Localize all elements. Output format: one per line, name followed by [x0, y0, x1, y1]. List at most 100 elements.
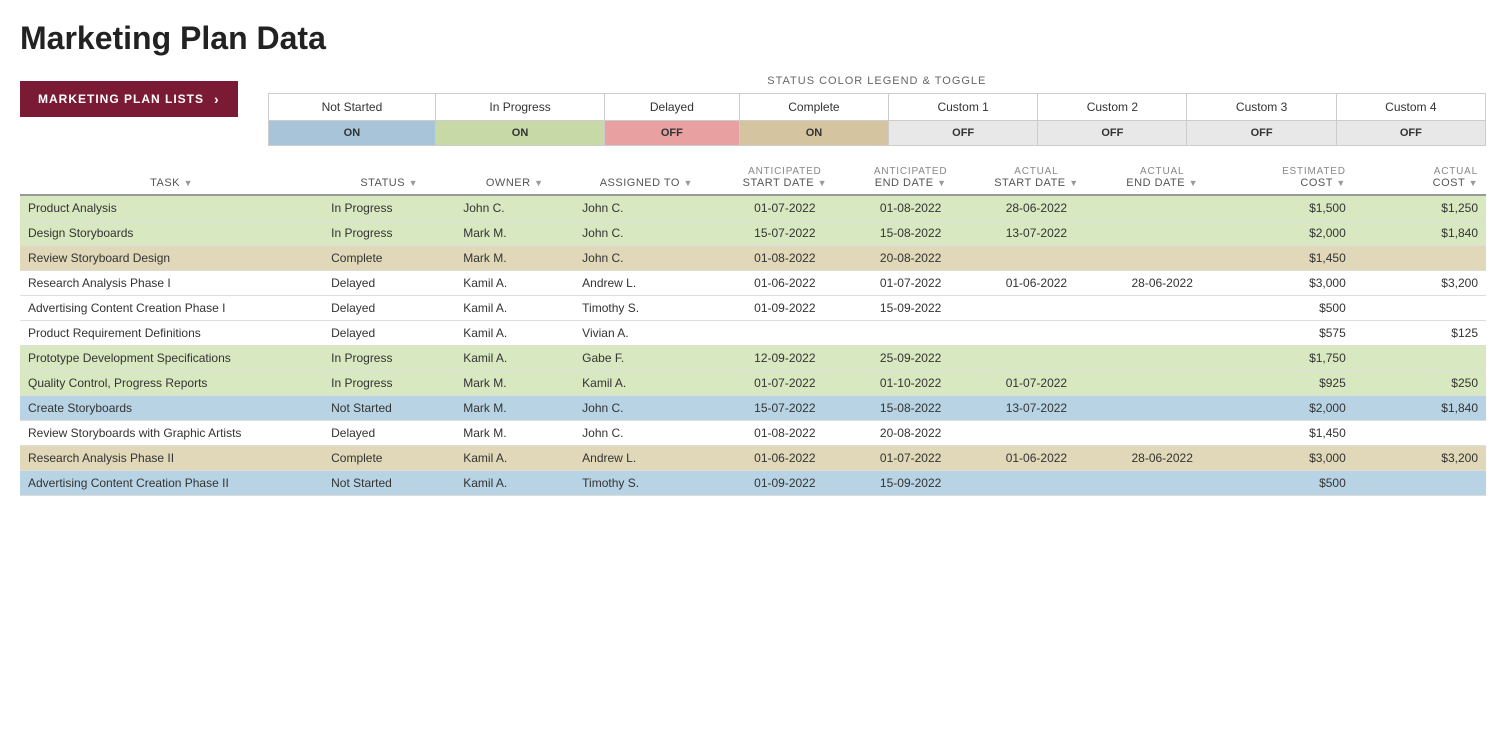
cell-act-end [1103, 421, 1222, 446]
table-row: Create StoryboardsNot StartedMark M.John… [20, 396, 1486, 421]
cell-status: Complete [323, 246, 455, 271]
col-header-assigned[interactable]: ASSIGNED TO ▼ [574, 160, 718, 195]
cell-ant-start: 01-07-2022 [719, 371, 852, 396]
cell-ant-end: 01-07-2022 [851, 446, 970, 471]
cell-assigned: Gabe F. [574, 346, 718, 371]
toggle-complete[interactable]: ON [739, 121, 888, 146]
col-header-act-cost[interactable]: ACTUALCOST ▼ [1354, 160, 1486, 195]
cell-act-start [970, 296, 1103, 321]
toggle-delayed[interactable]: OFF [604, 121, 739, 146]
cell-status: In Progress [323, 221, 455, 246]
toggle-not-started[interactable]: ON [268, 121, 435, 146]
col-header-ant-end[interactable]: ANTICIPATEDEND DATE ▼ [851, 160, 970, 195]
cell-owner: Mark M. [455, 396, 574, 421]
cell-owner: Mark M. [455, 371, 574, 396]
cell-est-cost: $1,450 [1222, 246, 1354, 271]
cell-ant-end: 25-09-2022 [851, 346, 970, 371]
legend-custom1-label[interactable]: Custom 1 [889, 94, 1038, 121]
table-row: Product AnalysisIn ProgressJohn C.John C… [20, 195, 1486, 221]
top-section: MARKETING PLAN LISTS › STATUS COLOR LEGE… [20, 75, 1486, 146]
cell-ant-end: 15-09-2022 [851, 471, 970, 496]
cell-owner: Kamil A. [455, 296, 574, 321]
legend-label-row: Not Started In Progress Delayed Complete… [268, 94, 1485, 121]
cell-est-cost: $500 [1222, 471, 1354, 496]
cell-est-cost: $1,500 [1222, 195, 1354, 221]
cell-act-start: 28-06-2022 [970, 195, 1103, 221]
cell-assigned: Andrew L. [574, 446, 718, 471]
cell-ant-start: 01-06-2022 [719, 446, 852, 471]
cell-owner: Mark M. [455, 221, 574, 246]
marketing-plan-lists-button[interactable]: MARKETING PLAN LISTS › [20, 81, 238, 117]
cell-act-end [1103, 471, 1222, 496]
cell-task: Review Storyboard Design [20, 246, 323, 271]
cell-act-start [970, 321, 1103, 346]
cell-act-start [970, 421, 1103, 446]
cell-act-end: 28-06-2022 [1103, 446, 1222, 471]
cell-status: Not Started [323, 396, 455, 421]
cell-est-cost: $3,000 [1222, 446, 1354, 471]
cell-task: Research Analysis Phase I [20, 271, 323, 296]
table-row: Product Requirement DefinitionsDelayedKa… [20, 321, 1486, 346]
toggle-custom2[interactable]: OFF [1038, 121, 1187, 146]
cell-status: Not Started [323, 471, 455, 496]
cell-ant-end: 01-08-2022 [851, 195, 970, 221]
cell-act-cost [1354, 346, 1486, 371]
cell-ant-start: 01-07-2022 [719, 195, 852, 221]
col-header-task[interactable]: TASK ▼ [20, 160, 323, 195]
col-header-act-end[interactable]: ACTUALEND DATE ▼ [1103, 160, 1222, 195]
cell-est-cost: $3,000 [1222, 271, 1354, 296]
toggle-custom1[interactable]: OFF [889, 121, 1038, 146]
col-header-ant-start[interactable]: ANTICIPATEDSTART DATE ▼ [719, 160, 852, 195]
legend-custom2-label[interactable]: Custom 2 [1038, 94, 1187, 121]
table-header-row: TASK ▼ STATUS ▼ OWNER ▼ ASSIGNED TO ▼ AN… [20, 160, 1486, 195]
cell-ant-end: 01-10-2022 [851, 371, 970, 396]
cell-task: Advertising Content Creation Phase II [20, 471, 323, 496]
cell-owner: Kamil A. [455, 321, 574, 346]
cell-act-cost [1354, 296, 1486, 321]
cell-owner: Mark M. [455, 246, 574, 271]
col-header-act-start[interactable]: ACTUALSTART DATE ▼ [970, 160, 1103, 195]
cell-assigned: John C. [574, 246, 718, 271]
cell-act-start [970, 346, 1103, 371]
cell-ant-start: 01-06-2022 [719, 271, 852, 296]
cell-assigned: John C. [574, 221, 718, 246]
legend-complete-label[interactable]: Complete [739, 94, 888, 121]
cell-owner: Mark M. [455, 421, 574, 446]
legend-not-started-label[interactable]: Not Started [268, 94, 435, 121]
toggle-custom3[interactable]: OFF [1187, 121, 1336, 146]
cell-act-end: 28-06-2022 [1103, 271, 1222, 296]
data-table: TASK ▼ STATUS ▼ OWNER ▼ ASSIGNED TO ▼ AN… [20, 160, 1486, 496]
cell-ant-start [719, 321, 852, 346]
cell-assigned: Andrew L. [574, 271, 718, 296]
cell-assigned: Kamil A. [574, 371, 718, 396]
table-row: Advertising Content Creation Phase IDela… [20, 296, 1486, 321]
cell-act-start: 01-06-2022 [970, 271, 1103, 296]
cell-owner: Kamil A. [455, 346, 574, 371]
cell-ant-start: 15-07-2022 [719, 396, 852, 421]
cell-est-cost: $925 [1222, 371, 1354, 396]
table-row: Review Storyboards with Graphic ArtistsD… [20, 421, 1486, 446]
cell-act-start: 01-06-2022 [970, 446, 1103, 471]
cell-assigned: John C. [574, 195, 718, 221]
cell-act-start [970, 471, 1103, 496]
legend-custom4-label[interactable]: Custom 4 [1336, 94, 1485, 121]
main-table-wrapper: TASK ▼ STATUS ▼ OWNER ▼ ASSIGNED TO ▼ AN… [20, 160, 1486, 496]
cell-est-cost: $1,750 [1222, 346, 1354, 371]
cell-task: Advertising Content Creation Phase I [20, 296, 323, 321]
cell-ant-start: 12-09-2022 [719, 346, 852, 371]
cell-ant-end [851, 321, 970, 346]
legend-custom3-label[interactable]: Custom 3 [1187, 94, 1336, 121]
legend-delayed-label[interactable]: Delayed [604, 94, 739, 121]
col-header-status[interactable]: STATUS ▼ [323, 160, 455, 195]
col-header-owner[interactable]: OWNER ▼ [455, 160, 574, 195]
col-header-est-cost[interactable]: ESTIMATEDCOST ▼ [1222, 160, 1354, 195]
toggle-in-progress[interactable]: ON [436, 121, 605, 146]
legend-in-progress-label[interactable]: In Progress [436, 94, 605, 121]
toggle-custom4[interactable]: OFF [1336, 121, 1485, 146]
cell-ant-start: 01-08-2022 [719, 246, 852, 271]
cell-status: Delayed [323, 296, 455, 321]
cell-task: Product Analysis [20, 195, 323, 221]
table-row: Design StoryboardsIn ProgressMark M.John… [20, 221, 1486, 246]
cell-task: Prototype Development Specifications [20, 346, 323, 371]
cell-act-cost: $1,840 [1354, 221, 1486, 246]
